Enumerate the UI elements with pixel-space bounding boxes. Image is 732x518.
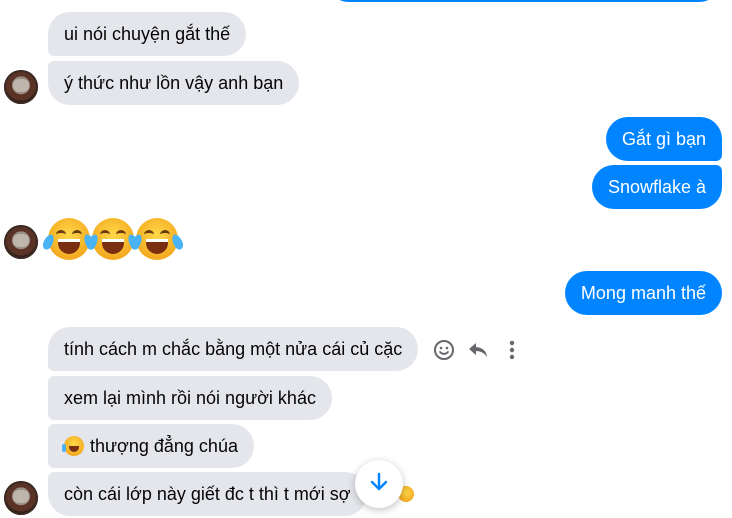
incoming-message[interactable]: còn cái lớp này giết đc t thì t mới sợ [48,472,367,516]
avatar[interactable] [4,70,38,104]
incoming-message[interactable]: tính cách m chắc bằng một nửa cái củ cặc [48,327,419,371]
outgoing-message[interactable]: Snowflake à [591,165,722,209]
message-text: tính cách m chắc bằng một nửa cái củ cặc [64,339,403,359]
smiley-icon[interactable] [432,338,456,362]
message-actions [432,338,524,362]
message-text: còn cái lớp này giết đc t thì t mới sợ [64,484,351,504]
previous-outgoing-bubble[interactable] [330,0,718,2]
tears-of-joy-emoji-icon [129,218,185,260]
message-text: xem lại mình rồi nói người khác [64,388,316,408]
more-vertical-icon[interactable] [500,338,524,362]
scroll-to-bottom-button[interactable] [355,460,403,508]
arrow-down-icon [368,471,390,498]
message-text: Mong manh thế [580,283,706,303]
message-text: ui nói chuyện gắt thế [64,24,231,44]
incoming-message[interactable]: ui nói chuyện gắt thế [48,12,247,56]
message-text: ý thức như lồn vậy anh bạn [64,73,284,93]
avatar[interactable] [4,481,38,515]
message-text: thượng đẳng chúa [90,436,238,456]
message-text: Snowflake à [607,177,706,197]
tears-of-joy-emoji-icon [41,218,97,260]
tears-of-joy-emoji-icon [85,218,141,260]
avatar[interactable] [4,225,38,259]
incoming-message[interactable]: xem lại mình rồi nói người khác [48,376,332,420]
message-text: Gắt gì bạn [621,129,706,149]
reply-icon[interactable] [466,338,490,362]
incoming-message[interactable]: ý thức như lồn vậy anh bạn [48,61,300,105]
outgoing-message[interactable]: Gắt gì bạn [605,117,722,161]
outgoing-message[interactable]: Mong manh thế [564,271,722,315]
emoji-message[interactable] [41,218,185,260]
incoming-message[interactable]: thượng đẳng chúa [48,424,254,468]
tears-of-joy-emoji-icon [62,436,84,456]
